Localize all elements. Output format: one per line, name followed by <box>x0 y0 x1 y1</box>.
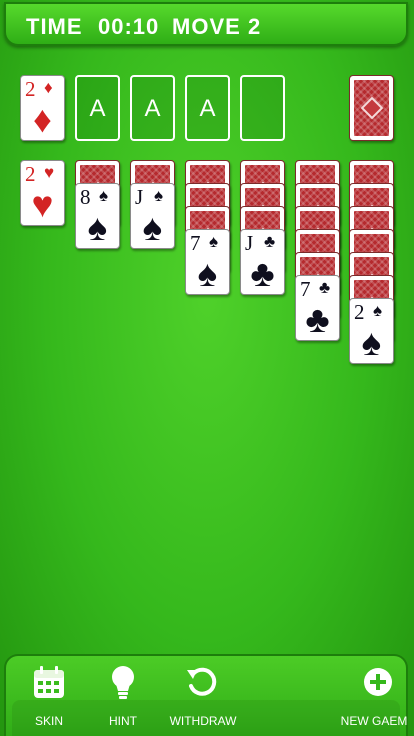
new-game-label: NEW GAEM <box>340 714 408 728</box>
spade-icon: ♠ <box>209 232 219 251</box>
spade-icon: ♠ <box>142 207 163 248</box>
card-rank: 2 <box>25 77 36 101</box>
foundation-label: A <box>144 95 161 122</box>
card-rank: 8 <box>80 185 91 209</box>
spade-icon: ♠ <box>99 186 109 205</box>
top-status-bar: TIME 00:10 MOVE 2 <box>4 2 408 46</box>
spade-icon: ♠ <box>361 322 382 363</box>
skin-label: SKIN <box>34 714 63 728</box>
new-game-button[interactable]: NEW GAEM <box>334 660 414 734</box>
spade-icon: ♠ <box>373 301 383 320</box>
tableau-card[interactable]: 2 ♠ ♠ <box>349 298 394 364</box>
club-icon: ♣ <box>250 253 275 294</box>
club-icon: ♣ <box>264 232 276 251</box>
club-icon: ♣ <box>319 278 331 297</box>
tableau-card[interactable]: J ♣ ♣ <box>240 229 285 295</box>
bottom-toolbar: SKIN HINT WITHDRAW NEW GAEM <box>4 654 408 736</box>
lightbulb-icon <box>112 666 134 699</box>
skin-button[interactable]: SKIN <box>9 660 89 734</box>
spade-icon: ♠ <box>154 186 164 205</box>
card-rank: 2 <box>354 300 365 324</box>
card-rank: 7 <box>190 231 201 255</box>
hint-button[interactable]: HINT <box>83 660 163 734</box>
foundation-label: A <box>89 95 106 122</box>
card-rank: 7 <box>300 277 311 301</box>
diamond-icon: ♦ <box>44 78 53 97</box>
withdraw-label: WITHDRAW <box>169 714 237 728</box>
hint-label: HINT <box>109 714 137 728</box>
foundation-pile-1[interactable]: 2 ♦ ♦ <box>20 75 65 141</box>
foundation-pile-5[interactable] <box>240 75 285 141</box>
card-rank: 2 <box>25 162 36 186</box>
plus-circle-icon <box>364 668 392 696</box>
card-rank: J <box>135 185 144 209</box>
calendar-icon <box>34 666 64 698</box>
foundation-pile-3[interactable]: A <box>130 75 175 141</box>
foundation-pile-2[interactable]: A <box>75 75 120 141</box>
foundation-pile-4[interactable]: A <box>185 75 230 141</box>
diamond-icon: ♦ <box>33 99 52 140</box>
club-icon: ♣ <box>305 299 330 340</box>
tableau-card[interactable]: 7 ♠ ♠ <box>185 229 230 295</box>
tableau-card[interactable]: 8 ♠ ♠ <box>75 183 120 249</box>
foundation-label: A <box>199 95 216 122</box>
time-label: TIME <box>26 14 83 39</box>
time-value: 00:10 <box>98 14 160 39</box>
move-label: MOVE <box>172 14 241 39</box>
heart-icon: ♥ <box>31 184 54 225</box>
tableau-card[interactable]: 7 ♣ ♣ <box>295 275 340 341</box>
tableau-card[interactable]: 2 ♥ ♥ <box>20 160 65 226</box>
spade-icon: ♠ <box>87 207 108 248</box>
withdraw-button[interactable]: WITHDRAW <box>163 660 243 734</box>
undo-icon <box>187 667 217 696</box>
tableau-card[interactable]: J ♠ ♠ <box>130 183 175 249</box>
spade-icon: ♠ <box>197 253 218 294</box>
move-value: 2 <box>248 14 262 39</box>
heart-icon: ♥ <box>44 163 55 182</box>
card-back-emblem <box>360 96 383 120</box>
card-rank: J <box>245 231 254 255</box>
stock-pile[interactable] <box>349 75 394 141</box>
